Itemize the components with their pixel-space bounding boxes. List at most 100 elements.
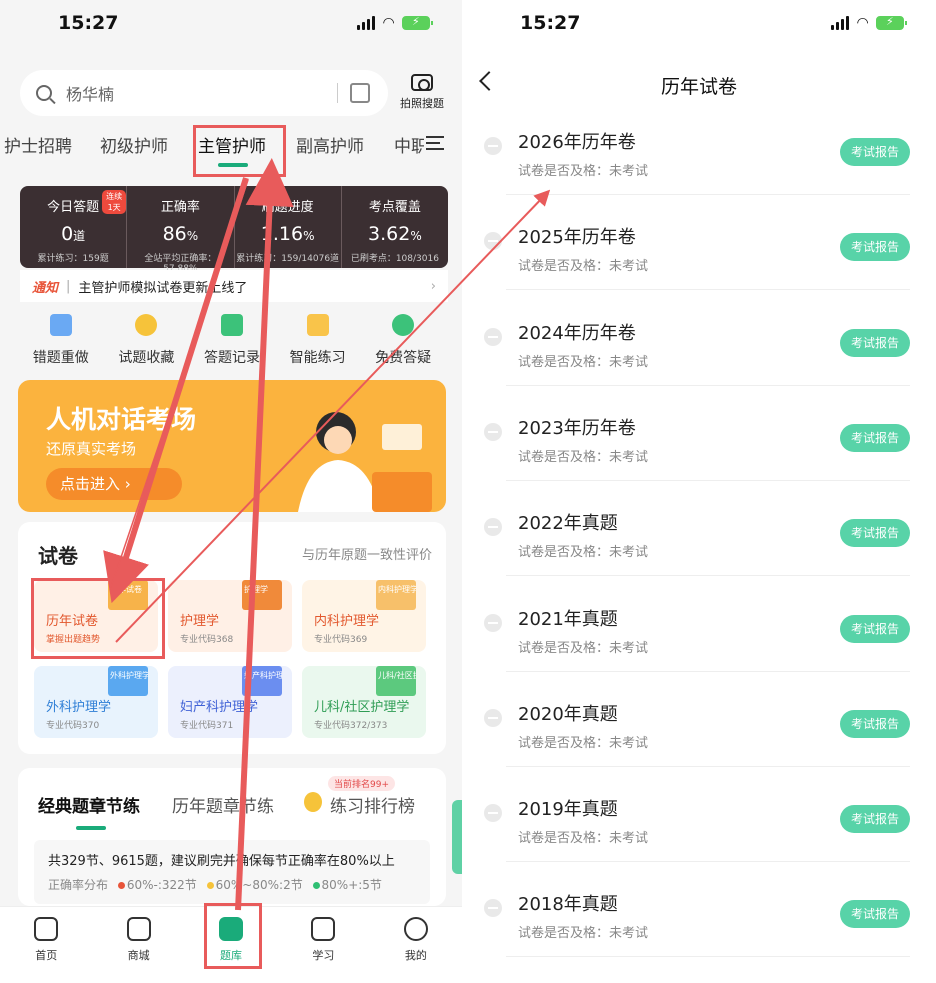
paper-name: 2023年历年卷 bbox=[518, 417, 636, 439]
paper-pass-status: 试卷是否及格：未考试 bbox=[518, 354, 649, 370]
exam-report-button[interactable]: 考试报告 bbox=[840, 614, 910, 643]
status-icons: ◠ ⚡ bbox=[831, 15, 907, 31]
paper-name: 2018年真题 bbox=[518, 894, 618, 916]
red-dot-icon bbox=[117, 882, 125, 889]
stat-sub: 已刷考点：108/3016 bbox=[350, 254, 439, 264]
scan-icon[interactable] bbox=[350, 83, 370, 103]
chevron-right-icon: › bbox=[430, 278, 436, 294]
paper-pass-status: 试卷是否及格：未考试 bbox=[518, 640, 649, 656]
tab-nurse-recruit[interactable]: 护士招聘 bbox=[4, 132, 72, 157]
rank-badge: 当前排名99+ bbox=[328, 776, 395, 791]
notice-separator: | bbox=[66, 278, 71, 294]
medal-icon bbox=[304, 792, 322, 812]
wrong-question-icon bbox=[49, 314, 72, 336]
paper-name: 2020年真题 bbox=[518, 703, 618, 725]
tab-vocational[interactable]: 中职 bbox=[394, 132, 424, 157]
nav-mine[interactable]: 我的 bbox=[370, 907, 462, 983]
chart-icon bbox=[306, 314, 329, 336]
exam-report-button[interactable]: 考试报告 bbox=[840, 138, 910, 166]
paper-card-internal[interactable]: 内科护理学 内科护理学 专业代码369 bbox=[302, 580, 426, 652]
paper-name: 2019年真题 bbox=[518, 799, 618, 821]
status-bar: 15:27 ◠ ⚡ bbox=[0, 0, 462, 50]
paper-row[interactable]: 2023年历年卷试卷是否及格：未考试 考试报告 bbox=[482, 386, 930, 481]
enter-button[interactable]: 点击进入 › bbox=[46, 468, 182, 500]
tab-deputy-senior-nurse[interactable]: 副高护师 bbox=[296, 132, 364, 157]
exam-report-button[interactable]: 考试报告 bbox=[840, 423, 910, 452]
wifi-icon: ◠ bbox=[857, 15, 868, 31]
search-bar[interactable]: 杨华楠 bbox=[20, 70, 388, 116]
paper-row[interactable]: 2024年历年卷 试卷是否及格：未考试 考试报告 bbox=[482, 291, 930, 386]
paper-row[interactable]: 2025年历年卷 试卷是否及格：未考试 考试报告 bbox=[482, 195, 930, 291]
paper-row[interactable]: 2021年真题 试卷是否及格：未考试 考试报告 bbox=[482, 577, 930, 672]
status-circle-icon bbox=[484, 232, 502, 251]
book-label: 外科护理学 bbox=[110, 671, 148, 680]
check-icon bbox=[311, 917, 336, 941]
battery-icon: ⚡ bbox=[402, 15, 433, 30]
nav-home[interactable]: 首页 bbox=[0, 907, 92, 983]
search-input[interactable]: 杨华楠 bbox=[66, 81, 337, 105]
tool-label: 答题记录 bbox=[203, 350, 260, 366]
tool-smart-practice[interactable]: 智能练习 bbox=[275, 314, 361, 374]
tab-classic-chapters[interactable]: 经典题章节练 bbox=[38, 792, 140, 817]
tool-free-qa[interactable]: 免费答疑 bbox=[360, 314, 446, 374]
paper-card-nursing[interactable]: 护理学 护理学 专业代码368 bbox=[168, 580, 292, 652]
exam-report-button[interactable]: 考试报告 bbox=[840, 709, 910, 738]
papers-consistency-link[interactable]: 与历年原题一致性评价 bbox=[302, 544, 432, 563]
exam-report-button[interactable]: 考试报告 bbox=[840, 900, 910, 929]
stat-value: 1.16 bbox=[260, 223, 304, 245]
stat-coverage[interactable]: 考点覆盖 3.62% 已刷考点：108/3016 bbox=[340, 186, 448, 268]
status-time: 15:27 bbox=[58, 12, 119, 34]
nav-study[interactable]: 学习 bbox=[277, 907, 369, 983]
notice-bar[interactable]: 通知 | 主管护师模拟试卷更新上线了 › bbox=[20, 270, 448, 302]
banner-subtitle: 还原真实考场 bbox=[46, 440, 137, 458]
paper-pass-status: 试卷是否及格：未考试 bbox=[518, 926, 649, 942]
banner-title: 人机对话考场 bbox=[46, 405, 197, 434]
stat-label: 正确率 bbox=[160, 200, 200, 215]
exam-report-button[interactable]: 考试报告 bbox=[840, 328, 910, 357]
status-circle-icon bbox=[484, 327, 502, 346]
status-circle-icon bbox=[484, 137, 502, 155]
record-icon bbox=[220, 314, 243, 336]
tool-wrong-redo[interactable]: 错题重做 bbox=[18, 314, 104, 374]
tab-leaderboard[interactable]: 练习排行榜 bbox=[330, 792, 415, 817]
paper-pass-status: 试卷是否及格：未考试 bbox=[518, 449, 649, 465]
tool-answer-records[interactable]: 答题记录 bbox=[189, 314, 275, 374]
paper-row[interactable]: 2019年真题 试卷是否及格：未考试 考试报告 bbox=[482, 767, 930, 863]
book-icon: 外科护理学 bbox=[108, 666, 148, 696]
exam-room-banner[interactable]: 人机对话考场 还原真实考场 点击进入 › bbox=[18, 380, 446, 512]
exam-report-button[interactable]: 考试报告 bbox=[840, 519, 910, 548]
paper-row[interactable]: 2020年真题 试卷是否及格：未考试 考试报告 bbox=[482, 672, 930, 767]
exam-report-button[interactable]: 考试报告 bbox=[840, 233, 910, 262]
smile-icon bbox=[403, 917, 428, 941]
past-papers-screen: 15:27 ◠ ⚡ 历年试卷 2026年历年卷 试卷是否及格：未考试 考试报告 202… bbox=[462, 0, 936, 983]
tool-row: 错题重做 试题收藏 答题记录 智能练习 免费答疑 bbox=[18, 314, 446, 374]
stat-accuracy[interactable]: 正确率 86% 全站平均正确率：57.88% bbox=[126, 186, 233, 274]
tab-past-chapters[interactable]: 历年题章节练 bbox=[172, 792, 274, 817]
paper-row[interactable]: 2026年历年卷 试卷是否及格：未考试 考试报告 bbox=[482, 100, 930, 195]
paper-card-pediatric[interactable]: 儿科/社区护理学 儿科/社区护理学 专业代码372/373 bbox=[302, 666, 426, 738]
composite-screenshot: 15:27 ◠ ⚡ 杨华楠 拍照搜题 护士招聘 初级护师 主管护师 副高护师 中… bbox=[0, 0, 936, 983]
status-circle-icon bbox=[484, 422, 502, 441]
card-name: 妇产科护理学 bbox=[180, 700, 259, 715]
nav-label: 学习 bbox=[312, 949, 335, 962]
paper-row[interactable]: 2018年真题试卷是否及格：未考试 考试报告 bbox=[482, 862, 930, 958]
status-circle-icon bbox=[484, 804, 502, 823]
stat-progress[interactable]: 刷题进度 1.16% 累计练习：159/14076道 bbox=[233, 186, 341, 268]
signal-icon bbox=[831, 16, 850, 30]
exam-report-button[interactable]: 考试报告 bbox=[840, 805, 910, 834]
nav-shop[interactable]: 商城 bbox=[92, 907, 184, 983]
menu-icon[interactable] bbox=[426, 136, 444, 150]
tool-favorites[interactable]: 试题收藏 bbox=[104, 314, 190, 374]
photo-search-button[interactable]: 拍照搜题 bbox=[400, 74, 444, 111]
card-sub: 专业代码370 bbox=[46, 721, 100, 731]
card-name: 儿科/社区护理学 bbox=[314, 700, 410, 715]
stat-today-answers[interactable]: 今日答题 连续1天 0道 累计练习：159题 bbox=[20, 186, 127, 268]
stat-unit: % bbox=[410, 229, 422, 243]
person-illustration bbox=[298, 412, 432, 512]
paper-row[interactable]: 2022年真题 试卷是否及格：未考试 考试报告 bbox=[482, 481, 930, 577]
paper-card-surgical[interactable]: 外科护理学 外科护理学 专业代码370 bbox=[34, 666, 158, 738]
tab-junior-nurse[interactable]: 初级护师 bbox=[100, 132, 168, 157]
camera-icon bbox=[411, 74, 433, 91]
chapter-summary: 共329节、9615题，建议刷完并确保每节正确率在80%以上 bbox=[48, 854, 395, 869]
paper-card-obstetric[interactable]: 妇产科护理学 妇产科护理学 专业代码371 bbox=[168, 666, 292, 738]
